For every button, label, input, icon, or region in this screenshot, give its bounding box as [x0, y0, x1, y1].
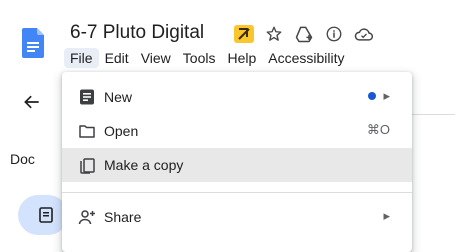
menu-bar: File Edit View Tools Help Accessibility	[64, 46, 351, 70]
new-indicator-dot	[368, 92, 377, 100]
menu-tools[interactable]: Tools	[177, 48, 222, 68]
menu-item-new[interactable]: New ▸	[62, 80, 412, 114]
menu-separator	[62, 192, 412, 193]
submenu-arrow-icon: ▸	[383, 208, 390, 223]
menu-edit[interactable]: Edit	[99, 48, 135, 68]
outline-label: Doc	[10, 151, 35, 167]
menu-item-label: New	[104, 89, 133, 105]
docs-logo-icon[interactable]	[22, 28, 44, 58]
menu-item-share[interactable]: Share ▸	[62, 200, 412, 234]
tab-pill[interactable]	[18, 195, 68, 235]
move-to-drive-icon[interactable]	[292, 23, 316, 45]
menu-accessibility[interactable]: Accessibility	[262, 48, 350, 68]
person-add-icon	[78, 210, 95, 225]
menu-view[interactable]: View	[135, 48, 177, 68]
document-title[interactable]: 6-7 Pluto Digital	[70, 22, 204, 44]
file-menu: New ▸ Open ⌘O Make a copy Share ▸	[62, 72, 412, 252]
title-icons	[232, 23, 382, 45]
top-bar: 6-7 Pluto Digital File Edit View Tools H…	[0, 0, 455, 70]
menu-help[interactable]: Help	[221, 48, 262, 68]
shortcut-label: ⌘O	[366, 122, 390, 137]
info-icon[interactable]	[322, 23, 346, 45]
menu-item-open[interactable]: Open ⌘O	[62, 114, 412, 148]
menu-item-label: Open	[104, 123, 139, 139]
menu-item-label: Share	[104, 209, 142, 225]
submenu-indicator: ▸	[368, 88, 390, 104]
star-icon[interactable]	[262, 23, 286, 45]
document-icon	[80, 89, 94, 105]
folder-icon	[79, 125, 95, 138]
submenu-arrow-icon: ▸	[383, 88, 390, 103]
copy-icon	[80, 158, 95, 174]
menu-item-make-a-copy[interactable]: Make a copy	[62, 148, 412, 182]
emoji-badge-icon[interactable]	[232, 23, 256, 45]
back-arrow-icon[interactable]	[22, 92, 42, 112]
menu-item-label: Make a copy	[104, 157, 184, 173]
document-tab-icon	[39, 207, 53, 223]
menu-file[interactable]: File	[64, 48, 99, 68]
cloud-status-icon[interactable]	[352, 23, 376, 45]
